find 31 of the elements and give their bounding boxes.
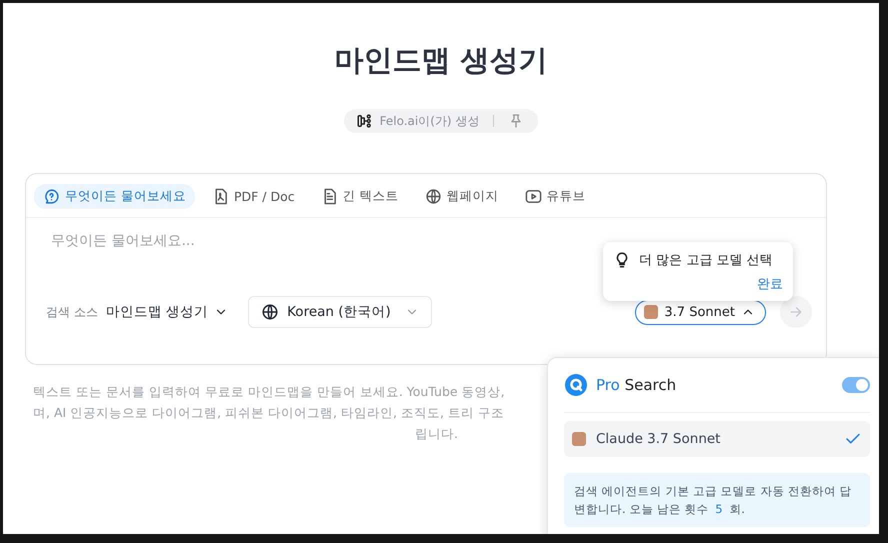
source-tab[interactable]: 웹페이지 [416, 184, 508, 209]
description-text: 립니다. [415, 425, 458, 443]
send-button[interactable] [780, 296, 812, 328]
language-dropdown[interactable]: Korean (한국어) [248, 296, 432, 328]
model-option[interactable]: Claude 3.7 Sonnet [564, 421, 870, 457]
globe-icon [261, 303, 280, 321]
tooltip-text: 더 많은 고급 모델 선택 [639, 252, 773, 269]
description-text: 며, AI 인공지능으로 다이어그램, 피쉬본 다이어그램, 타임라인, 조직도, 트리 구조 [33, 404, 504, 422]
video-play-icon [524, 188, 542, 205]
model-name: Claude 3.7 Sonnet [596, 431, 722, 447]
source-dropdown[interactable]: 마인드맵 생성기 [106, 303, 228, 321]
q-logo-icon [564, 373, 588, 397]
source-tab[interactable]: PDF / Doc [202, 184, 304, 209]
source-tab[interactable]: 무엇이든 물어보세요 [34, 184, 195, 209]
generated-by-label: Felo.ai이(가) 생성 [380, 112, 480, 130]
prompt-box[interactable]: 무엇이든 물어보세요 PDF / Doc 긴 텍스트 웹페이지 유튜브 무엇이든 물어보세요... 더 많은 고급 모델 선택 완료 검색 소스 마인드맵 생성기 Korean (한국어) 3.7 Sonnet [25, 173, 827, 365]
pro-search-title: Pro Search [596, 376, 678, 394]
description-text: 텍스트 또는 문서를 입력하여 무료로 마인드맵을 만들어 보세요. YouTube 동영상, [33, 383, 505, 401]
pro-search-toggle[interactable] [842, 377, 870, 393]
done-link[interactable]: 완료 [757, 275, 783, 293]
source-tab[interactable]: 긴 텍스트 [312, 184, 408, 209]
source-tab[interactable]: 유튜브 [516, 184, 595, 209]
question-bubble-icon [43, 188, 60, 205]
page-title: 마인드맵 생성기 [333, 42, 549, 79]
info-note: 검색 에이전트의 기본 고급 모델로 자동 전환하여 답변합니다. 오늘 남은 횟수 5 회. [564, 473, 870, 527]
model-selector[interactable]: 3.7 Sonnet [635, 300, 766, 324]
globe-icon [424, 188, 442, 205]
model-logo-icon [644, 305, 658, 319]
model-logo-icon [572, 432, 586, 446]
source-label: 검색 소스 [46, 304, 98, 320]
mindmap-icon [356, 112, 374, 130]
